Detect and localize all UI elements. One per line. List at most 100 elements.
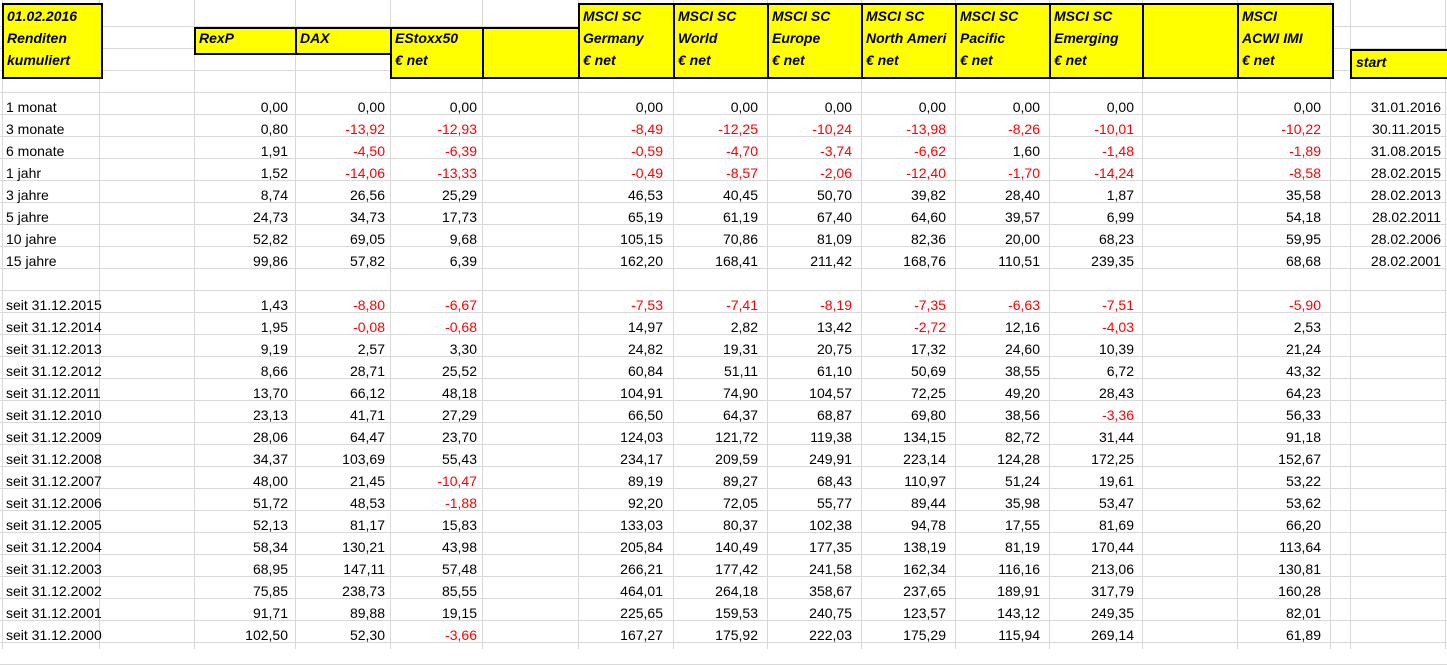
value-cell[interactable]: 225,65 bbox=[567, 602, 667, 624]
value-cell[interactable]: -8,49 bbox=[567, 118, 667, 140]
value-cell[interactable]: 17,32 bbox=[850, 338, 950, 360]
value-cell[interactable]: -7,35 bbox=[850, 294, 950, 316]
value-cell[interactable]: 20,75 bbox=[756, 338, 856, 360]
value-cell[interactable]: 238,73 bbox=[289, 580, 389, 602]
value-cell[interactable]: 205,84 bbox=[567, 536, 667, 558]
value-cell[interactable]: -0,49 bbox=[567, 162, 667, 184]
value-cell[interactable]: 19,15 bbox=[381, 602, 481, 624]
value-cell[interactable]: 26,56 bbox=[289, 184, 389, 206]
value-cell[interactable]: 21,45 bbox=[289, 470, 389, 492]
value-cell[interactable]: 138,19 bbox=[850, 536, 950, 558]
value-cell[interactable]: 239,35 bbox=[1038, 250, 1138, 272]
value-cell[interactable]: 41,71 bbox=[289, 404, 389, 426]
value-cell[interactable]: -13,33 bbox=[381, 162, 481, 184]
value-cell[interactable]: 19,61 bbox=[1038, 470, 1138, 492]
value-cell[interactable]: 209,59 bbox=[662, 448, 762, 470]
value-cell[interactable]: 143,12 bbox=[944, 602, 1044, 624]
value-cell[interactable]: 249,35 bbox=[1038, 602, 1138, 624]
value-cell[interactable]: -1,48 bbox=[1038, 140, 1138, 162]
value-cell[interactable]: -4,70 bbox=[662, 140, 762, 162]
value-cell[interactable]: 40,45 bbox=[662, 184, 762, 206]
row-label[interactable]: 5 jahre bbox=[2, 206, 192, 228]
value-cell[interactable]: 35,58 bbox=[1225, 184, 1325, 206]
value-cell[interactable]: 24,82 bbox=[567, 338, 667, 360]
start-date-cell[interactable]: 28.02.2011 bbox=[1345, 206, 1445, 228]
value-cell[interactable]: 103,69 bbox=[289, 448, 389, 470]
value-cell[interactable]: -14,06 bbox=[289, 162, 389, 184]
value-cell[interactable]: 27,29 bbox=[381, 404, 481, 426]
value-cell[interactable]: 53,47 bbox=[1038, 492, 1138, 514]
value-cell[interactable]: 34,73 bbox=[289, 206, 389, 228]
value-cell[interactable]: 0,00 bbox=[662, 96, 762, 118]
value-cell[interactable]: 20,00 bbox=[944, 228, 1044, 250]
value-cell[interactable]: 56,33 bbox=[1225, 404, 1325, 426]
value-cell[interactable]: 105,15 bbox=[567, 228, 667, 250]
value-cell[interactable]: 124,28 bbox=[944, 448, 1044, 470]
value-cell[interactable]: 60,84 bbox=[567, 360, 667, 382]
value-cell[interactable]: 89,27 bbox=[662, 470, 762, 492]
value-cell[interactable]: 28,06 bbox=[192, 426, 292, 448]
value-cell[interactable]: 68,87 bbox=[756, 404, 856, 426]
value-cell[interactable]: 52,82 bbox=[192, 228, 292, 250]
row-label[interactable]: 6 monate bbox=[2, 140, 192, 162]
value-cell[interactable]: -12,93 bbox=[381, 118, 481, 140]
value-cell[interactable]: 249,91 bbox=[756, 448, 856, 470]
row-label[interactable]: seit 31.12.2013 bbox=[2, 338, 192, 360]
value-cell[interactable]: 64,23 bbox=[1225, 382, 1325, 404]
value-cell[interactable]: 172,25 bbox=[1038, 448, 1138, 470]
value-cell[interactable]: 38,55 bbox=[944, 360, 1044, 382]
value-cell[interactable]: 113,64 bbox=[1225, 536, 1325, 558]
value-cell[interactable]: 49,20 bbox=[944, 382, 1044, 404]
value-cell[interactable]: 85,55 bbox=[381, 580, 481, 602]
value-cell[interactable]: 124,03 bbox=[567, 426, 667, 448]
value-cell[interactable]: -1,88 bbox=[381, 492, 481, 514]
value-cell[interactable]: -10,22 bbox=[1225, 118, 1325, 140]
value-cell[interactable]: -10,01 bbox=[1038, 118, 1138, 140]
value-cell[interactable]: 81,09 bbox=[756, 228, 856, 250]
value-cell[interactable]: 66,50 bbox=[567, 404, 667, 426]
value-cell[interactable]: 68,43 bbox=[756, 470, 856, 492]
value-cell[interactable]: 121,72 bbox=[662, 426, 762, 448]
value-cell[interactable]: 0,00 bbox=[1225, 96, 1325, 118]
value-cell[interactable]: -7,41 bbox=[662, 294, 762, 316]
value-cell[interactable]: 99,86 bbox=[192, 250, 292, 272]
value-cell[interactable]: 70,86 bbox=[662, 228, 762, 250]
value-cell[interactable]: 6,99 bbox=[1038, 206, 1138, 228]
row-label[interactable]: seit 31.12.2002 bbox=[2, 580, 192, 602]
value-cell[interactable]: 2,53 bbox=[1225, 316, 1325, 338]
value-cell[interactable]: 64,60 bbox=[850, 206, 950, 228]
value-cell[interactable]: 168,76 bbox=[850, 250, 950, 272]
value-cell[interactable]: 43,32 bbox=[1225, 360, 1325, 382]
value-cell[interactable]: 104,57 bbox=[756, 382, 856, 404]
value-cell[interactable]: 50,70 bbox=[756, 184, 856, 206]
value-cell[interactable]: 23,70 bbox=[381, 426, 481, 448]
value-cell[interactable]: 52,30 bbox=[289, 624, 389, 646]
value-cell[interactable]: 55,77 bbox=[756, 492, 856, 514]
value-cell[interactable]: 8,66 bbox=[192, 360, 292, 382]
value-cell[interactable]: 0,00 bbox=[944, 96, 1044, 118]
value-cell[interactable]: -6,62 bbox=[850, 140, 950, 162]
value-cell[interactable]: 0,00 bbox=[756, 96, 856, 118]
value-cell[interactable]: 159,53 bbox=[662, 602, 762, 624]
value-cell[interactable]: 21,24 bbox=[1225, 338, 1325, 360]
value-cell[interactable]: 115,94 bbox=[944, 624, 1044, 646]
value-cell[interactable]: 140,49 bbox=[662, 536, 762, 558]
value-cell[interactable]: -8,26 bbox=[944, 118, 1044, 140]
value-cell[interactable]: 0,00 bbox=[381, 96, 481, 118]
value-cell[interactable]: -7,51 bbox=[1038, 294, 1138, 316]
value-cell[interactable]: 25,29 bbox=[381, 184, 481, 206]
value-cell[interactable]: 61,19 bbox=[662, 206, 762, 228]
value-cell[interactable]: 264,18 bbox=[662, 580, 762, 602]
value-cell[interactable]: 66,20 bbox=[1225, 514, 1325, 536]
row-label[interactable]: seit 31.12.2006 bbox=[2, 492, 192, 514]
value-cell[interactable]: 81,19 bbox=[944, 536, 1044, 558]
value-cell[interactable]: 28,71 bbox=[289, 360, 389, 382]
value-cell[interactable]: -2,72 bbox=[850, 316, 950, 338]
value-cell[interactable]: 8,74 bbox=[192, 184, 292, 206]
value-cell[interactable]: 39,57 bbox=[944, 206, 1044, 228]
value-cell[interactable]: 24,60 bbox=[944, 338, 1044, 360]
value-cell[interactable]: -10,47 bbox=[381, 470, 481, 492]
row-label[interactable]: 15 jahre bbox=[2, 250, 192, 272]
value-cell[interactable]: 61,10 bbox=[756, 360, 856, 382]
value-cell[interactable]: 1,87 bbox=[1038, 184, 1138, 206]
